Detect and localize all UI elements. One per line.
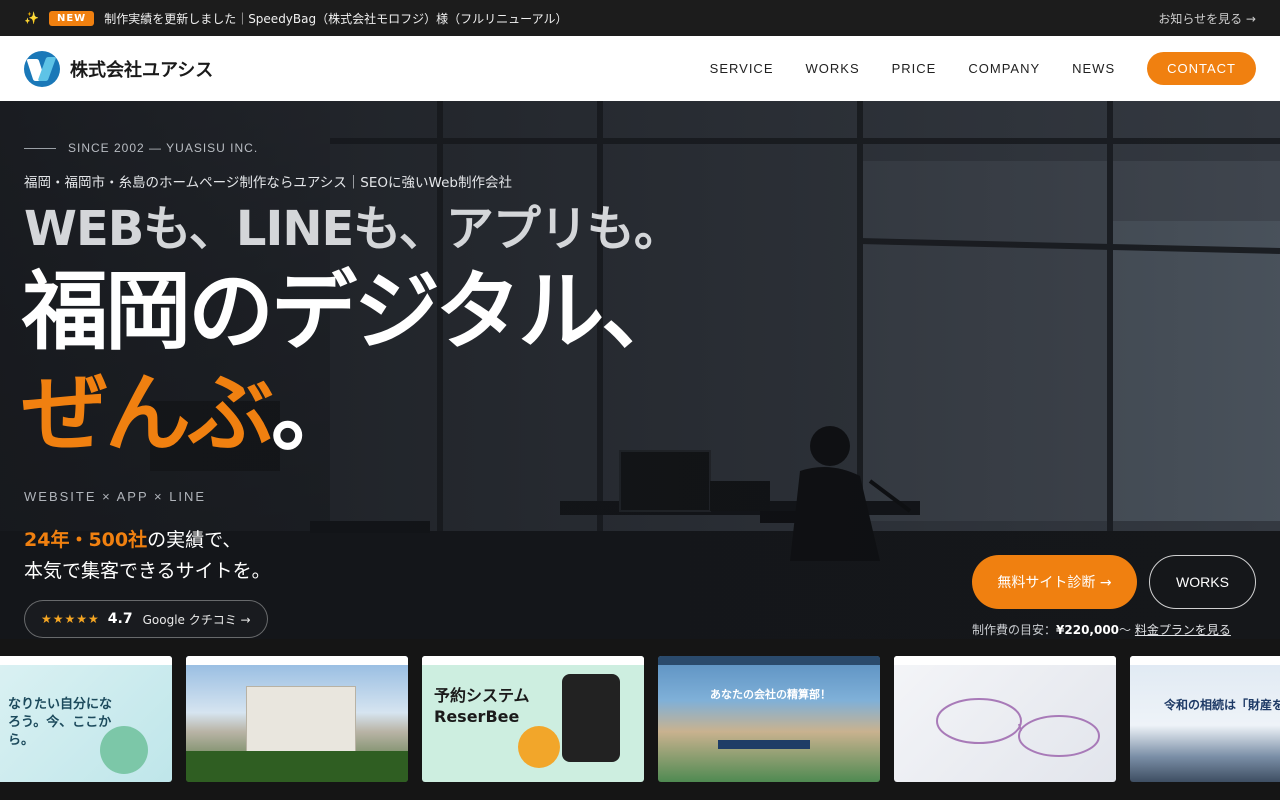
work-thumbnail[interactable]: 予約システム ReserBee xyxy=(422,656,644,782)
work-thumbnail-label: 令和の相続は「財産を残す」 xyxy=(1164,698,1280,712)
hero-lead-rest: の実績で、 xyxy=(147,529,242,551)
all-news-link[interactable]: お知らせを見る → xyxy=(1158,10,1256,27)
nav-price[interactable]: PRICE xyxy=(892,61,937,76)
new-badge: NEW xyxy=(48,10,95,26)
announcement-bar: ✨ NEW 制作実績を更新しました｜SpeedyBag（株式会社モロフジ）様（フ… xyxy=(0,0,1280,36)
price-value: ¥220,000 xyxy=(1056,623,1120,637)
price-plan-link[interactable]: 料金プランを見る xyxy=(1135,623,1231,637)
works-carousel: なりたい自分になろう。今、ここから。 予約システム ReserBee あなたの会… xyxy=(0,639,1280,800)
rating-label: Google クチコミ → xyxy=(142,612,251,627)
thumbnail-button xyxy=(718,740,810,749)
sparkle-icon: ✨ xyxy=(24,11,39,25)
thumbnail-header xyxy=(422,656,644,665)
eyeglasses-image xyxy=(936,698,1100,757)
hero-lead-line-2: 本気で集客できるサイトを。 xyxy=(24,560,271,583)
since-text: SINCE 2002 — YUASISU INC. xyxy=(68,141,259,155)
service-tags: WEBSITE × APP × LINE xyxy=(24,489,207,504)
hero-headline-3-dot: 。 xyxy=(271,364,357,464)
price-note: 制作費の目安：¥220,000〜 料金プランを見る xyxy=(972,621,1231,638)
thumbnail-trees xyxy=(186,751,408,782)
hero-section: SINCE 2002 — YUASISU INC. 福岡・福岡市・糸島のホームペ… xyxy=(0,101,1280,639)
hotel-building-image xyxy=(246,686,356,756)
thumbnail-header xyxy=(186,656,408,665)
rating-score: 4.7 xyxy=(107,611,133,627)
free-diagnosis-button[interactable]: 無料サイト診断 → xyxy=(972,555,1137,609)
thumbnail-badge xyxy=(518,726,560,768)
news-link[interactable]: 制作実績を更新しました｜SpeedyBag（株式会社モロフジ）様（フルリニューア… xyxy=(104,10,567,27)
nav-news[interactable]: NEWS xyxy=(1072,61,1115,76)
work-thumbnail-label: 予約システム ReserBee xyxy=(434,686,530,726)
thumbnail-decoration xyxy=(100,726,148,774)
site-header: 株式会社ユアシス SERVICE WORKS PRICE COMPANY NEW… xyxy=(0,36,1280,101)
company-logo-text[interactable]: 株式会社ユアシス xyxy=(70,56,213,82)
contact-button[interactable]: CONTACT xyxy=(1147,52,1256,85)
work-thumbnail[interactable] xyxy=(894,656,1116,782)
work-thumbnail[interactable]: 令和の相続は「財産を残す」 xyxy=(1130,656,1280,782)
thumbnail-header xyxy=(894,656,1116,665)
hero-headline-3-text: ぜんぶ xyxy=(22,364,274,464)
main-nav: SERVICE WORKS PRICE COMPANY NEWS CONTACT xyxy=(678,52,1256,85)
work-thumbnail[interactable]: あなたの会社の精算部！ xyxy=(658,656,880,782)
star-rating-icon: ★★★★★ xyxy=(41,612,100,626)
price-label: 制作費の目安： xyxy=(972,623,1057,637)
hero-subtitle: 福岡・福岡市・糸島のホームページ制作ならユアシス｜SEOに強いWeb制作会社 xyxy=(24,175,512,191)
price-suffix: 〜 xyxy=(1119,623,1132,637)
work-thumbnail[interactable]: なりたい自分になろう。今、ここから。 xyxy=(0,656,172,782)
nav-company[interactable]: COMPANY xyxy=(968,61,1040,76)
hero-lead-line-1: 24年・500社の実績で、 xyxy=(24,525,271,556)
nav-service[interactable]: SERVICE xyxy=(710,61,774,76)
nav-works[interactable]: WORKS xyxy=(806,61,860,76)
company-logo-icon[interactable] xyxy=(24,50,60,87)
hero-headline-1: WEBも、LINEも、アプリも。 xyxy=(24,201,682,257)
works-button[interactable]: WORKS xyxy=(1149,555,1256,609)
phone-mockup-image xyxy=(562,674,620,762)
thumbnail-header xyxy=(1130,656,1280,665)
since-divider xyxy=(24,147,56,149)
thumbnail-header xyxy=(658,656,880,665)
hero-headline-2: 福岡のデジタル、 xyxy=(22,262,687,362)
google-review-badge[interactable]: ★★★★★ 4.7 Google クチコミ → xyxy=(24,600,268,638)
thumbnail-header xyxy=(0,656,172,665)
work-thumbnail-label: あなたの会社の精算部！ xyxy=(710,688,831,701)
hero-lead-highlight: 24年・500社 xyxy=(24,529,148,551)
work-thumbnail[interactable] xyxy=(186,656,408,782)
since-label: SINCE 2002 — YUASISU INC. xyxy=(24,141,258,155)
hero-lead: 24年・500社の実績で、 本気で集客できるサイトを。 xyxy=(24,525,271,588)
hero-headline-3: ぜんぶ。 xyxy=(22,363,357,466)
